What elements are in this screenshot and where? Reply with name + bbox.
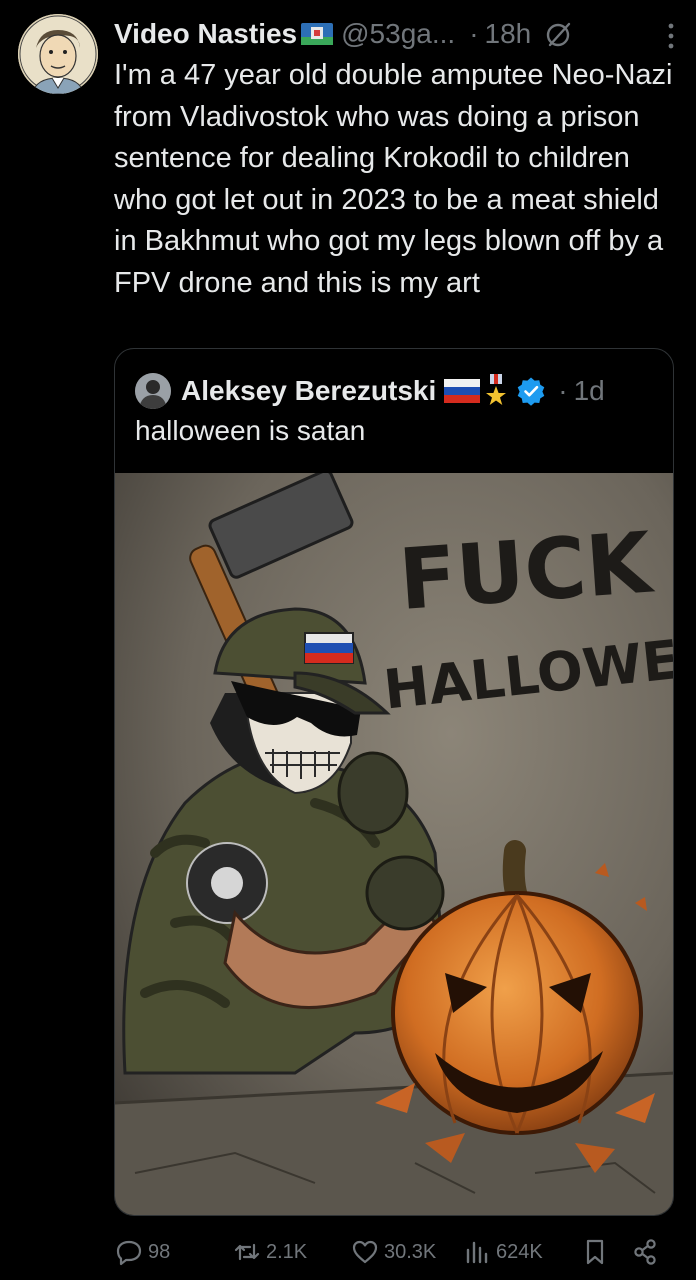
quoted-post-text: halloween is satan (135, 415, 366, 446)
image-text-line1: FUCK (396, 513, 657, 629)
russia-flag-icon (444, 379, 481, 403)
like-count: 30.3K (384, 1240, 437, 1263)
quoted-post[interactable]: Aleksey Berezutski · 1d halloween is sat… (114, 348, 674, 1216)
post-time[interactable]: 18h (485, 18, 532, 50)
share-icon (634, 1239, 656, 1265)
action-bar: 98 2.1K 30.3K 624K (114, 1232, 664, 1272)
like-button[interactable]: 30.3K (350, 1237, 436, 1267)
bookmark-icon (586, 1239, 604, 1265)
more-icon[interactable] (666, 20, 676, 52)
reply-count: 98 (148, 1240, 171, 1263)
repost-button[interactable]: 2.1K (232, 1237, 307, 1267)
quoted-author-name[interactable]: Aleksey Berezutski (181, 375, 436, 407)
views-count: 624K (496, 1240, 543, 1263)
views-button[interactable]: 624K (462, 1237, 543, 1267)
views-icon (466, 1241, 488, 1264)
share-button[interactable] (630, 1237, 664, 1267)
quoted-author-avatar[interactable] (135, 373, 171, 409)
separator: · (558, 375, 568, 406)
reply-button[interactable]: 98 (114, 1237, 170, 1267)
bookmark-button[interactable] (580, 1237, 614, 1267)
quoted-post-header: Aleksey Berezutski · 1d (135, 371, 605, 411)
separator: · (469, 18, 479, 49)
post-header: Video Nasties @53ga... · 18h (114, 12, 676, 56)
repost-icon (234, 1243, 260, 1261)
quoted-post-image[interactable]: FUCK HALLOWEEN (115, 473, 674, 1216)
repost-count: 2.1K (266, 1240, 308, 1263)
post: Video Nasties @53ga... · 18h I'm a 47 ye… (0, 0, 696, 1280)
medal-icon (486, 374, 507, 405)
reply-icon (116, 1240, 142, 1266)
verified-icon (517, 377, 545, 406)
post-text: I'm a 47 year old double amputee Neo-Naz… (114, 59, 673, 299)
author-name[interactable]: Video Nasties (114, 18, 297, 50)
mute-icon[interactable] (545, 20, 573, 48)
flag-badge-icon (301, 23, 334, 45)
author-avatar[interactable] (18, 14, 98, 94)
heart-icon (352, 1240, 378, 1264)
quoted-post-time[interactable]: 1d (574, 375, 605, 407)
author-handle[interactable]: @53ga... (341, 18, 455, 50)
